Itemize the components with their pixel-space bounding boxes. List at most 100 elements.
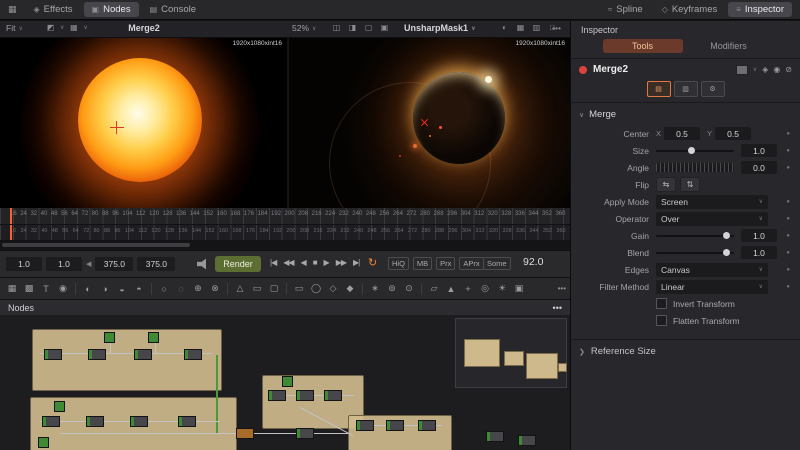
render-end-field[interactable]: 375.0 (95, 257, 134, 271)
apply-mode-select[interactable]: Screen ∨ (656, 194, 768, 209)
rectangle-mask-icon[interactable]: ▭ (291, 281, 307, 297)
node[interactable] (178, 416, 196, 427)
slider-handle[interactable] (723, 232, 731, 239)
node[interactable] (134, 349, 152, 360)
zoom-level-dropdown[interactable]: 52% ∨ (292, 23, 316, 33)
fast-rewind-button[interactable]: ◀◀ (283, 258, 294, 267)
play-button[interactable]: ▶ (324, 258, 330, 267)
text-tool-icon[interactable]: T (38, 281, 54, 297)
tab-console[interactable]: ▤ Console (142, 2, 204, 17)
blend-field[interactable]: 1.0 (741, 246, 777, 259)
channels-tab-icon[interactable]: ▥ (673, 81, 698, 97)
center-y-field[interactable]: 0.5 (715, 127, 752, 140)
node[interactable] (296, 428, 314, 439)
goto-end-button[interactable]: ▶| (353, 258, 360, 267)
transform-control-handle[interactable] (116, 121, 117, 134)
viewer-options-menu[interactable]: ••• (552, 23, 561, 33)
prender-tool-icon[interactable]: ⊙ (401, 281, 417, 297)
render-range-ruler[interactable]: 16 24 32 40 48 56 64 72 80 88 96 104 112 120 128 136 144… (0, 225, 570, 241)
keyframe-dot[interactable]: ● (786, 216, 790, 222)
audio-mute-icon[interactable] (197, 258, 206, 270)
colorcurves-tool-icon[interactable]: ◑ (97, 281, 113, 297)
node[interactable] (44, 349, 62, 360)
node[interactable] (386, 420, 404, 431)
right-viewer-node-label[interactable]: UnsharpMask1 ∨ (404, 23, 476, 33)
transform-control-handle[interactable] (110, 127, 124, 128)
time-ruler[interactable]: 16 24 32 40 48 56 64 72 80 88 96 104 112 120 128 136 144… (0, 208, 570, 225)
gain-field[interactable]: 1.0 (741, 229, 777, 242)
keyframe-dot[interactable]: ● (786, 131, 790, 137)
node[interactable] (236, 428, 254, 439)
guides-icon[interactable]: ▥ (530, 23, 543, 32)
node-group[interactable] (32, 329, 222, 391)
brightnesscontrast-tool-icon[interactable]: ◓ (131, 281, 147, 297)
color-controls-icon[interactable]: ◐ (498, 23, 511, 32)
tools-tab[interactable]: Tools (602, 39, 683, 53)
node[interactable] (486, 431, 504, 442)
app-grid-icon[interactable]: ▦ (8, 4, 17, 15)
playhead[interactable] (10, 225, 12, 240)
ellipse-mask-icon[interactable]: ◯ (308, 281, 324, 297)
colorcorrector-tool-icon[interactable]: ◐ (80, 281, 96, 297)
hiq-toggle[interactable]: HiQ (388, 257, 409, 270)
bspline-mask-icon[interactable]: ◆ (342, 281, 358, 297)
tab-spline[interactable]: ≈ Spline (600, 2, 651, 17)
slider-handle[interactable] (688, 147, 696, 154)
operator-select[interactable]: Over ∨ (656, 211, 768, 226)
stop-button[interactable]: ■ (313, 258, 318, 267)
mb-toggle[interactable]: MB (412, 257, 433, 270)
keyframe-dot[interactable]: ● (786, 199, 790, 205)
directionalblur-tool-icon[interactable]: ◌ (173, 281, 189, 297)
pemitter-tool-icon[interactable]: ∗ (367, 281, 383, 297)
edges-select[interactable]: Canvas ∨ (656, 262, 768, 277)
script-icon[interactable]: ◉ (773, 65, 780, 74)
camera3d-tool-icon[interactable]: ◎ (477, 281, 493, 297)
ab-buffer-icon[interactable]: ◨ (346, 23, 359, 32)
node[interactable] (54, 401, 65, 412)
pin-icon[interactable]: ◈ (762, 65, 768, 74)
center-x-field[interactable]: 0.5 (664, 127, 701, 140)
renderer3d-tool-icon[interactable]: ▣ (511, 281, 527, 297)
node[interactable] (518, 435, 536, 446)
roi-icon[interactable]: ▣ (378, 23, 391, 32)
keyframe-dot[interactable]: ● (786, 284, 790, 290)
keyframe-dot[interactable]: ● (786, 267, 790, 273)
loop-playback-icon[interactable]: ↻ (368, 256, 377, 269)
node[interactable] (88, 349, 106, 360)
toolbar-options-menu[interactable]: ••• (558, 284, 566, 293)
gain-slider[interactable] (656, 231, 734, 240)
controls-tab-icon[interactable]: ▤ (646, 81, 671, 97)
split-wipe-icon[interactable]: ◫ (330, 23, 343, 32)
aprx-toggle[interactable]: APrx (459, 257, 484, 270)
modifiers-tab[interactable]: Modifiers (689, 39, 769, 53)
reference-size-section-header[interactable]: ❯ Reference Size (571, 339, 800, 363)
render-button[interactable]: Render (215, 256, 261, 272)
selective-update-dropdown[interactable]: Some (483, 257, 511, 270)
comp-start-field[interactable]: 1.0 (6, 257, 42, 271)
nodes-panel-menu[interactable]: ••• (553, 303, 562, 313)
play-reverse-button[interactable]: ◀ (301, 258, 307, 267)
right-viewer[interactable]: 1920x1080xint16 (289, 38, 570, 208)
checker-underlay-icon[interactable]: ▦ (514, 23, 527, 32)
node-graph[interactable] (0, 315, 570, 450)
node[interactable] (130, 416, 148, 427)
node[interactable] (148, 332, 159, 343)
size-slider[interactable] (656, 146, 734, 155)
merge-tool-icon[interactable]: ⊕ (190, 281, 206, 297)
angle-thumbwheel[interactable] (656, 163, 734, 172)
left-viewer[interactable]: 1920x1080xint16 (0, 38, 287, 208)
flip-horizontal-button[interactable]: ⇆ (656, 177, 676, 192)
prx-toggle[interactable]: Prx (436, 257, 456, 270)
viewer-layout-icon[interactable]: ▦ (67, 23, 80, 32)
node[interactable] (38, 437, 49, 448)
node[interactable] (268, 390, 286, 401)
crop-tool-icon[interactable]: ▢ (266, 281, 282, 297)
node[interactable] (184, 349, 202, 360)
tab-nodes[interactable]: ▣ Nodes (83, 2, 139, 17)
playhead[interactable] (10, 208, 12, 224)
node[interactable] (324, 390, 342, 401)
render-start-field[interactable]: 1.0 (46, 257, 82, 271)
settings-tab-icon[interactable]: ⚙ (700, 81, 725, 97)
tab-keyframes[interactable]: ◇ Keyframes (654, 2, 726, 17)
keyframe-dot[interactable]: ● (786, 165, 790, 171)
